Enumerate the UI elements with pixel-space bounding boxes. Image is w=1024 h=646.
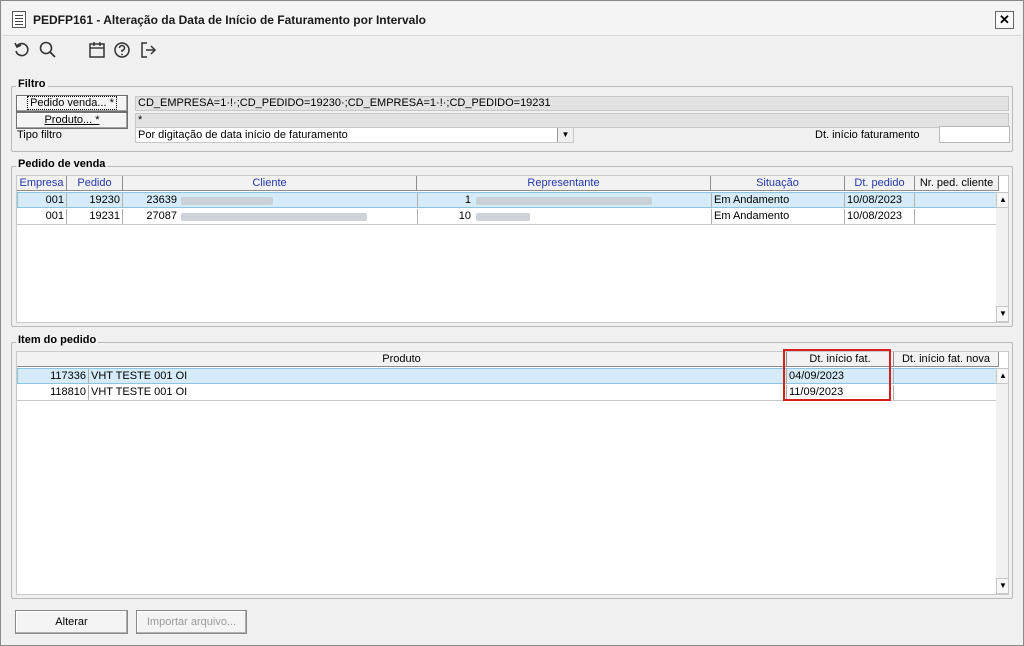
table-row[interactable]: 001 19230 23639 1 Em Andamento 10/08/202… (17, 192, 999, 208)
search-icon[interactable] (38, 40, 58, 60)
cell-dt-inicio-fat-nova[interactable] (894, 385, 999, 400)
pedido-venda-title: Pedido de venda (16, 158, 108, 170)
pedido-venda-button[interactable]: Pedido venda... * (16, 95, 128, 112)
alterar-button[interactable]: Alterar (15, 610, 128, 634)
help-icon[interactable] (112, 40, 132, 60)
cell-situacao: Em Andamento (711, 193, 845, 208)
cell-pedido: 19231 (67, 209, 123, 224)
title-bar: PEDFP161 - Alteração da Data de Início d… (2, 2, 1022, 36)
cell-empresa: 001 (18, 193, 67, 208)
tipo-filtro-value: Por digitação de data início de faturame… (138, 129, 348, 141)
calendar-icon[interactable] (87, 40, 107, 60)
annotation-highlight-box (783, 349, 891, 401)
cell-cliente-codigo: 27087 (146, 210, 177, 222)
col-dt-inicio-fat-nova[interactable]: Dt. início fat. nova (894, 352, 999, 367)
filtro-title: Filtro (16, 78, 48, 90)
produto-button[interactable]: Produto... * (16, 112, 128, 129)
cell-nr-ped-cliente (915, 209, 999, 224)
pedido-venda-grid: Empresa Pedido Cliente Representante Sit… (16, 175, 1009, 323)
item-pedido-scrollbar[interactable]: ▲ ▼ (996, 368, 1008, 594)
refresh-icon[interactable] (12, 40, 32, 60)
redacted-representante (476, 213, 530, 221)
exit-icon[interactable] (138, 40, 158, 60)
cell-pedido: 19230 (67, 193, 123, 208)
cell-dt-pedido: 10/08/2023 (845, 193, 915, 208)
cell-dt-pedido: 10/08/2023 (845, 209, 915, 224)
col-pedido[interactable]: Pedido (67, 176, 123, 191)
cell-produto: VHT TESTE 001 OI (89, 385, 787, 400)
pedido-venda-group: Pedido de venda Empresa Pedido Cliente R… (11, 158, 1013, 327)
produto-value: * (135, 113, 1009, 128)
dt-inicio-faturamento-input[interactable] (939, 126, 1010, 143)
redacted-cliente (181, 197, 273, 205)
col-produto[interactable]: Produto (17, 352, 787, 367)
col-situacao[interactable]: Situação (711, 176, 845, 191)
scroll-down-icon[interactable]: ▼ (996, 578, 1008, 594)
pedido-venda-value: CD_EMPRESA=1·!·;CD_PEDIDO=19230·;CD_EMPR… (135, 96, 1009, 111)
cell-nr-ped-cliente (915, 193, 999, 208)
close-button[interactable]: ✕ (995, 11, 1014, 29)
cell-representante-codigo: 10 (417, 209, 473, 224)
scroll-down-icon[interactable]: ▼ (996, 306, 1008, 322)
cell-codigo: 117336 (18, 369, 89, 384)
tipo-filtro-select[interactable]: Por digitação de data início de faturame… (135, 127, 574, 143)
cell-representante-codigo: 1 (417, 193, 473, 208)
importar-arquivo-button[interactable]: Importar arquivo... (136, 610, 247, 634)
document-icon (12, 11, 26, 28)
window-title: PEDFP161 - Alteração da Data de Início d… (33, 13, 426, 27)
col-empresa[interactable]: Empresa (17, 176, 67, 191)
chevron-down-icon[interactable]: ▼ (557, 128, 573, 142)
redacted-cliente (181, 213, 367, 221)
col-cliente[interactable]: Cliente (123, 176, 417, 191)
cell-cliente-codigo: 23639 (146, 194, 177, 206)
cell-dt-inicio-fat-nova[interactable] (894, 369, 999, 384)
filtro-group: Filtro Pedido venda... * CD_EMPRESA=1·!·… (11, 78, 1013, 152)
dt-inicio-faturamento-label: Dt. início faturamento (815, 129, 920, 141)
main-window: PEDFP161 - Alteração da Data de Início d… (0, 0, 1024, 646)
cell-produto: VHT TESTE 001 OI (89, 369, 787, 384)
tipo-filtro-label: Tipo filtro (17, 129, 62, 141)
redacted-representante (476, 197, 652, 205)
toolbar (2, 37, 1022, 63)
table-row[interactable]: 001 19231 27087 10 Em Andamento 10/08/20… (17, 209, 999, 225)
item-pedido-title: Item do pedido (16, 334, 99, 346)
cell-situacao: Em Andamento (711, 209, 845, 224)
col-representante[interactable]: Representante (417, 176, 711, 191)
cell-empresa: 001 (18, 209, 67, 224)
cell-codigo: 118810 (18, 385, 89, 400)
scroll-up-icon[interactable]: ▲ (996, 192, 1008, 208)
scroll-up-icon[interactable]: ▲ (996, 368, 1008, 384)
pedido-venda-scrollbar[interactable]: ▲ ▼ (996, 192, 1008, 322)
col-dt-pedido[interactable]: Dt. pedido (845, 176, 915, 191)
col-nr-ped-cliente[interactable]: Nr. ped. cliente (915, 176, 999, 191)
